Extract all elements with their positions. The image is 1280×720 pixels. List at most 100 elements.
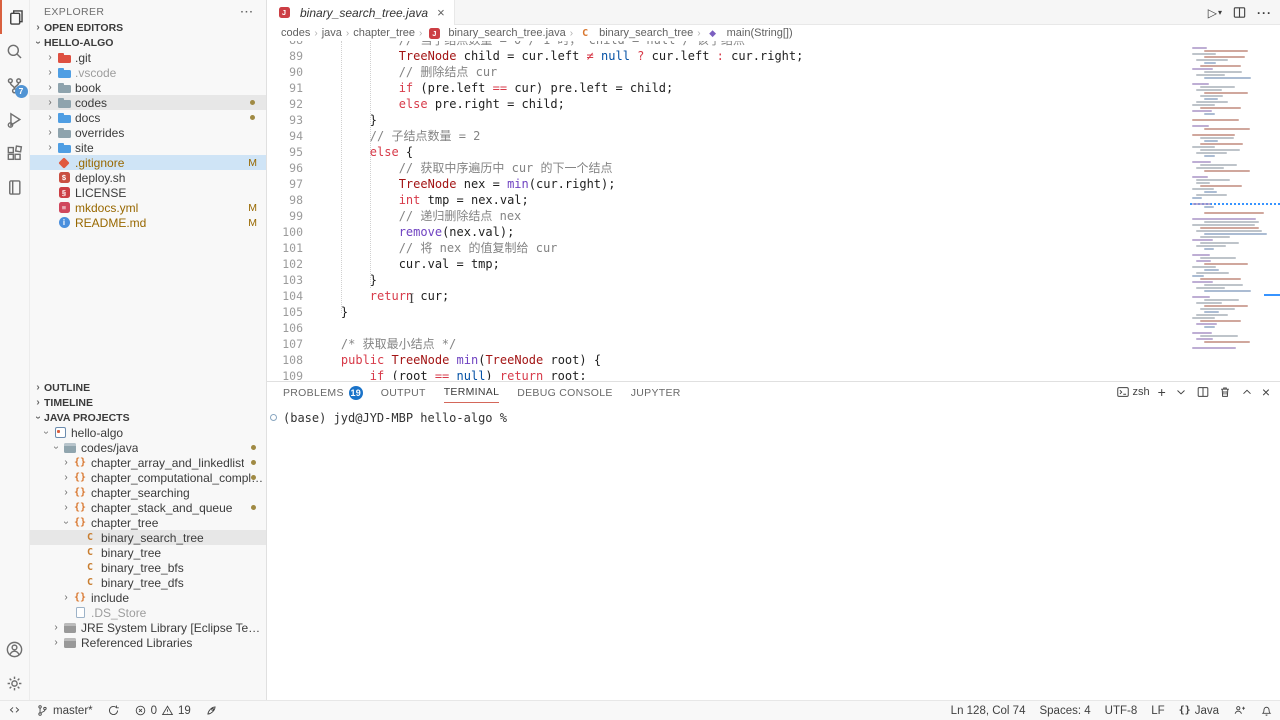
activity-bar-search[interactable]: [0, 34, 30, 68]
java-project-item-chapter-tree[interactable]: ›{}chapter_tree: [30, 515, 267, 530]
status-encoding[interactable]: UTF-8: [1098, 701, 1145, 720]
code-line-96[interactable]: 96 // 获取中序遍历中 cur 的下一个结点: [267, 160, 1192, 176]
activity-bar-notebook[interactable]: [0, 170, 30, 204]
status-task-status[interactable]: [198, 701, 225, 720]
breadcrumb-item-codes[interactable]: codes: [281, 27, 310, 39]
gutter-line-number[interactable]: 109: [267, 368, 303, 380]
gutter-line-number[interactable]: 88: [267, 41, 303, 48]
explorer-more-actions-icon[interactable]: ···: [241, 6, 259, 18]
status-problems-status[interactable]: 019: [127, 701, 198, 720]
code-line-105[interactable]: 105 }: [267, 304, 1192, 320]
code-line-102[interactable]: 102 cur.val = tmp;: [267, 256, 1192, 272]
gutter-line-number[interactable]: 91: [267, 80, 303, 96]
explorer-item--gitignore[interactable]: .gitignoreM: [30, 155, 266, 170]
gutter-line-number[interactable]: 105: [267, 304, 303, 320]
code-line-99[interactable]: 99 // 递归删除结点 nex: [267, 208, 1192, 224]
java-projects-section[interactable]: › JAVA PROJECTS: [30, 410, 267, 425]
gutter-line-number[interactable]: 99: [267, 208, 303, 224]
code-line-100[interactable]: 100 remove(nex.val);: [267, 224, 1192, 240]
explorer-item-overrides[interactable]: ›overrides: [30, 125, 266, 140]
tab-binary-search-tree[interactable]: J binary_search_tree.java ×: [267, 0, 455, 25]
split-terminal-button[interactable]: [1196, 385, 1210, 399]
code-line-108[interactable]: 108 public TreeNode min(TreeNode root) {: [267, 352, 1192, 368]
status-language-mode[interactable]: {}Java: [1172, 701, 1226, 720]
close-icon[interactable]: ×: [437, 5, 445, 20]
code-line-93[interactable]: 93 }: [267, 112, 1192, 128]
gutter-line-number[interactable]: 92: [267, 96, 303, 112]
gutter-line-number[interactable]: 101: [267, 240, 303, 256]
code-line-104[interactable]: 104 return cur;: [267, 288, 1192, 304]
code-line-103[interactable]: 103 }: [267, 272, 1192, 288]
panel-tab-problems[interactable]: PROBLEMS19: [283, 382, 363, 403]
shell-selector[interactable]: zsh: [1116, 385, 1150, 399]
gutter-line-number[interactable]: 95: [267, 144, 303, 160]
open-editors-section[interactable]: › OPEN EDITORS: [30, 20, 266, 35]
terminal-area[interactable]: (base) jyd@JYD-MBP hello-algo %: [267, 404, 1280, 700]
gutter-line-number[interactable]: 94: [267, 128, 303, 144]
status-sync-status[interactable]: [100, 701, 127, 720]
code-line-101[interactable]: 101 // 将 nex 的值复制给 cur: [267, 240, 1192, 256]
explorer-item-site[interactable]: ›site: [30, 140, 266, 155]
split-editor-button[interactable]: [1232, 5, 1247, 20]
more-actions-button[interactable]: ···: [1257, 6, 1272, 20]
java-project-item--ds-store[interactable]: .DS_Store: [30, 605, 267, 620]
activity-bar-extensions[interactable]: [0, 136, 30, 170]
run-java-button[interactable]: ▷▾: [1208, 6, 1222, 20]
status-indentation[interactable]: Spaces: 4: [1032, 701, 1097, 720]
minimap[interactable]: [1192, 42, 1262, 379]
explorer-item--git[interactable]: ›.git: [30, 50, 266, 65]
code-line-88[interactable]: 88 // 当子结点数量 = 0 / 1 时， child = null / 该…: [267, 41, 1192, 48]
activity-bar-explorer[interactable]: [0, 0, 30, 34]
java-project-item-chapter-computational-complexity[interactable]: ›{}chapter_computational_complexity: [30, 470, 267, 485]
breadcrumb-item-binary-search-tree-java[interactable]: Jbinary_search_tree.java: [426, 27, 565, 39]
gutter-line-number[interactable]: 106: [267, 320, 303, 336]
status-branch-status[interactable]: master*: [29, 701, 100, 720]
java-project-item-jre-system-library-eclipse-temurin-17-17-[interactable]: ›JRE System Library [Eclipse Temurin 17 …: [30, 620, 267, 635]
breadcrumb-item-chapter-tree[interactable]: chapter_tree: [353, 27, 415, 39]
code-line-95[interactable]: 95 else {: [267, 144, 1192, 160]
activity-bar-run-debug[interactable]: [0, 102, 30, 136]
explorer-item--vscode[interactable]: ›.vscode: [30, 65, 266, 80]
breadcrumb-item-binary-search-tree[interactable]: Cbinary_search_tree: [577, 27, 693, 39]
code-line-97[interactable]: 97 TreeNode nex = min(cur.right);: [267, 176, 1192, 192]
java-project-item-binary-tree-dfs[interactable]: Cbinary_tree_dfs: [30, 575, 267, 590]
explorer-item-mkdocs-yml[interactable]: ≡mkdocs.ymlM: [30, 200, 266, 215]
explorer-item-readme-md[interactable]: iREADME.mdM: [30, 215, 266, 230]
maximize-panel-button[interactable]: [1240, 385, 1254, 399]
kill-terminal-button[interactable]: [1218, 385, 1232, 399]
breadcrumb-item-main-string-[interactable]: ◆main(String[]): [705, 27, 793, 39]
gutter-line-number[interactable]: 97: [267, 176, 303, 192]
breadcrumb-item-java[interactable]: java: [322, 27, 342, 39]
gutter-line-number[interactable]: 90: [267, 64, 303, 80]
explorer-item-license[interactable]: §LICENSE: [30, 185, 266, 200]
close-panel-button[interactable]: ×: [1262, 385, 1270, 399]
workspace-root-section[interactable]: › HELLO-ALGO: [30, 35, 266, 50]
java-project-item-referenced-libraries[interactable]: ›Referenced Libraries: [30, 635, 267, 650]
code-line-94[interactable]: 94 // 子结点数量 = 2: [267, 128, 1192, 144]
overview-ruler-scrollbar[interactable]: [1262, 41, 1280, 380]
gutter-line-number[interactable]: 100: [267, 224, 303, 240]
java-project-item-binary-tree[interactable]: Cbinary_tree: [30, 545, 267, 560]
java-project-item-chapter-stack-and-queue[interactable]: ›{}chapter_stack_and_queue: [30, 500, 267, 515]
code-line-98[interactable]: 98 int tmp = nex.val;: [267, 192, 1192, 208]
code-line-107[interactable]: 107 /* 获取最小结点 */: [267, 336, 1192, 352]
status-remote-indicator[interactable]: [0, 701, 29, 720]
gutter-line-number[interactable]: 96: [267, 160, 303, 176]
activity-bar-source-control[interactable]: 7: [0, 68, 30, 102]
gutter-line-number[interactable]: 107: [267, 336, 303, 352]
panel-tab-output[interactable]: OUTPUT: [381, 382, 426, 403]
activity-bar-settings[interactable]: [0, 666, 30, 700]
status-notifications-bell[interactable]: [1253, 701, 1280, 720]
gutter-line-number[interactable]: 93: [267, 112, 303, 128]
gutter-line-number[interactable]: 108: [267, 352, 303, 368]
panel-tab-debug-console[interactable]: DEBUG CONSOLE: [517, 382, 613, 403]
explorer-item-docs[interactable]: ›docs: [30, 110, 266, 125]
outline-section[interactable]: › OUTLINE: [30, 380, 267, 395]
java-project-item-binary-tree-bfs[interactable]: Cbinary_tree_bfs: [30, 560, 267, 575]
panel-tab-terminal[interactable]: TERMINAL: [444, 382, 500, 403]
java-project-item-hello-algo[interactable]: ›hello-algo: [30, 425, 267, 440]
new-terminal-button[interactable]: +: [1158, 385, 1166, 399]
code-line-89[interactable]: 89 TreeNode child = cur.left ≠ null ? cu…: [267, 48, 1192, 64]
explorer-item-codes[interactable]: ›codes: [30, 95, 266, 110]
java-project-item-include[interactable]: ›{}include: [30, 590, 267, 605]
